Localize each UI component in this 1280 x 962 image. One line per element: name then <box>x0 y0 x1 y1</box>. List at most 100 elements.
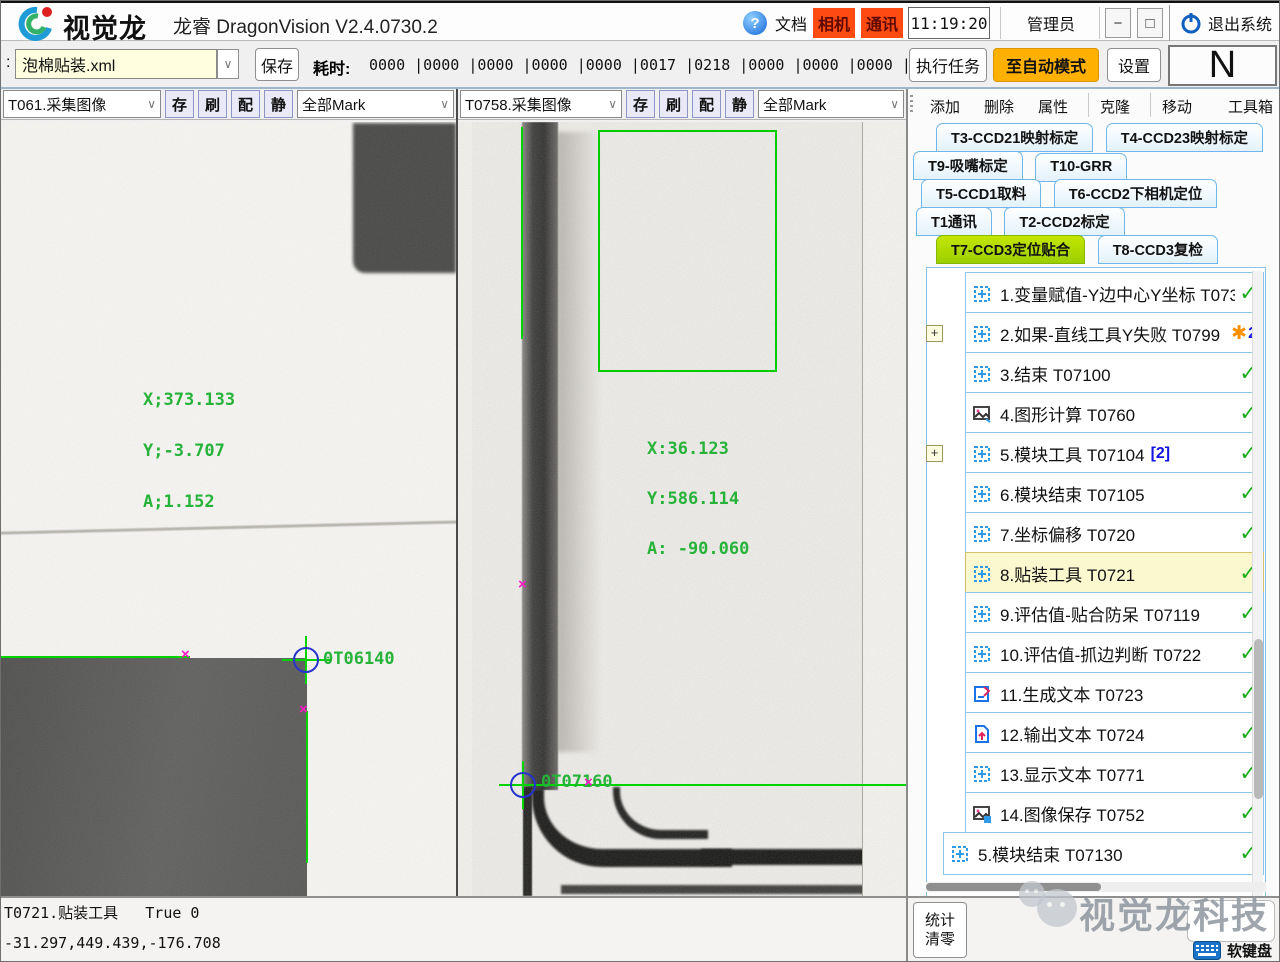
elapsed-label: 耗时: <box>313 55 350 79</box>
run-task-button[interactable]: 执行任务 <box>909 48 987 82</box>
module-icon <box>972 764 992 784</box>
recipe-dropdown-button[interactable]: ∨ <box>217 49 239 79</box>
chevron-down-icon: ∨ <box>147 97 156 111</box>
result-a: A: -90.060 <box>647 539 749 559</box>
tool-item-13[interactable]: 13.显示文本 T0771 ✓ <box>965 752 1264 795</box>
right-refresh-button[interactable]: 刷 <box>659 90 688 118</box>
hscrollbar-thumb[interactable] <box>926 883 1101 891</box>
image-bottom-shadow <box>561 885 906 894</box>
menu-toolbox[interactable]: 工具箱 <box>1228 96 1273 117</box>
auto-mode-button[interactable]: 至自动模式 <box>993 48 1099 82</box>
scrollbar-thumb[interactable] <box>1254 639 1263 799</box>
tool-item-10[interactable]: 10.评估值-抓边判断 T0722 ✓ <box>965 632 1264 675</box>
busy-icon: ✱ <box>1231 322 1247 345</box>
power-icon <box>1180 12 1202 34</box>
image-edge-line <box>1 520 456 534</box>
module-icon <box>972 324 992 344</box>
image-shading <box>557 132 601 752</box>
right-match-button[interactable]: 配 <box>692 90 721 118</box>
divider <box>1099 7 1100 39</box>
result-a: A;1.152 <box>143 492 215 512</box>
right-source-combobox[interactable]: T0758.采集图像∨ <box>460 90 622 118</box>
left-match-button[interactable]: 配 <box>231 90 260 118</box>
action-button[interactable] <box>1187 900 1275 942</box>
left-refresh-button[interactable]: 刷 <box>198 90 227 118</box>
right-static-button[interactable]: 静 <box>725 90 754 118</box>
settings-button[interactable]: 设置 <box>1107 48 1161 82</box>
image-strip <box>458 122 472 896</box>
module-icon <box>972 284 992 304</box>
minimize-button[interactable]: − <box>1105 8 1131 38</box>
tool-item-3[interactable]: 3.结束 T07100 ✓ <box>965 352 1264 395</box>
tool-item-14[interactable]: 14.图像保存 T0752 ✓ <box>965 792 1264 835</box>
tool-list-scrollbar[interactable] <box>1252 271 1263 962</box>
tool-list-hscrollbar[interactable] <box>926 882 1266 892</box>
result-crosshair <box>510 772 536 798</box>
menu-properties[interactable]: 属性 <box>1038 96 1068 117</box>
tab-t10[interactable]: T10-GRR <box>1035 153 1127 182</box>
menu-add[interactable]: 添加 <box>930 96 960 117</box>
right-save-image-button[interactable]: 存 <box>626 90 655 118</box>
tool-item-2[interactable]: 2.如果-直线工具Y失败 T0799 ✱ 2 <box>965 312 1264 355</box>
help-icon[interactable]: ? <box>743 11 767 35</box>
tab-t5[interactable]: T5-CCD1取料 <box>921 179 1041 208</box>
file-colon: : <box>6 54 10 72</box>
divider <box>1150 93 1151 117</box>
tool-item-9[interactable]: 9.评估值-贴合防呆 T07119 ✓ <box>965 592 1264 635</box>
maximize-button[interactable]: □ <box>1137 8 1163 38</box>
soft-keyboard-button[interactable]: 软键盘 <box>1193 940 1272 961</box>
module-icon <box>972 524 992 544</box>
divider <box>1169 5 1170 41</box>
edge-point-marker: × <box>299 705 308 715</box>
right-mark-combobox[interactable]: 全部Mark∨ <box>758 90 904 118</box>
exit-button[interactable]: 退出系统 <box>1175 7 1277 39</box>
menu-move[interactable]: 移动 <box>1162 96 1192 117</box>
tab-t2[interactable]: T2-CCD2标定 <box>1004 207 1124 236</box>
tab-t1[interactable]: T1通讯 <box>916 207 992 236</box>
divider <box>1000 7 1001 39</box>
tool-list: 1.变量赋值-Y边中心Y坐标 T073 ✓ 2.如果-直线工具Y失败 T0799… <box>926 267 1266 962</box>
status-coords-line: -31.297,449.439,-176.708 <box>4 934 221 952</box>
tab-t4[interactable]: T4-CCD23映射标定 <box>1106 123 1263 152</box>
elapsed-values: 0000 |0000 |0000 |0000 |0000 |0017 |0218… <box>369 56 911 74</box>
brand-text: 视觉龙 <box>63 7 147 46</box>
expand-toggle[interactable]: + <box>926 325 943 342</box>
module-icon <box>972 604 992 624</box>
tab-t3[interactable]: T3-CCD21映射标定 <box>936 123 1093 152</box>
left-static-button[interactable]: 静 <box>264 90 293 118</box>
tab-t6[interactable]: T6-CCD2下相机定位 <box>1054 179 1218 208</box>
left-image-view[interactable]: × × 0T06140 X;373.133 Y;-3.707 A;1.152 <box>1 122 456 896</box>
tool-item-11[interactable]: 11.生成文本 T0723 ✓ <box>965 672 1264 715</box>
result-x: X:36.123 <box>647 439 729 459</box>
drag-handle[interactable] <box>910 95 913 115</box>
save-button[interactable]: 保存 <box>255 48 299 81</box>
tab-t7-active[interactable]: T7-CCD3定位贴合 <box>936 235 1085 264</box>
camera-button[interactable]: 相机 <box>813 8 855 38</box>
image-strip <box>862 122 906 896</box>
result-label: 0T06140 <box>323 649 395 669</box>
tool-item-15[interactable]: 5.模块结束 T07130 ✓ <box>943 832 1264 875</box>
left-save-image-button[interactable]: 存 <box>165 90 194 118</box>
chevron-down-icon: ∨ <box>608 97 617 111</box>
recipe-file-combobox[interactable]: 泡棉贴装.xml <box>15 49 217 79</box>
comm-button[interactable]: 通讯 <box>861 8 903 38</box>
tool-item-4[interactable]: 4.图形计算 T0760 ✓ <box>965 392 1264 435</box>
left-mark-combobox[interactable]: 全部Mark∨ <box>297 90 454 118</box>
menu-delete[interactable]: 删除 <box>984 96 1014 117</box>
tool-item-5[interactable]: 5.模块工具 T07104 [2] ✓ <box>965 432 1264 475</box>
tab-t8[interactable]: T8-CCD3复检 <box>1098 235 1218 264</box>
tool-item-6[interactable]: 6.模块结束 T07105 ✓ <box>965 472 1264 515</box>
menu-clone[interactable]: 克隆 <box>1100 96 1130 117</box>
tool-item-7[interactable]: 7.坐标偏移 T0720 ✓ <box>965 512 1264 555</box>
tool-item-12[interactable]: 12.输出文本 T0724 ✓ <box>965 712 1264 755</box>
text-edit-icon <box>972 684 992 704</box>
tool-item-1[interactable]: 1.变量赋值-Y边中心Y坐标 T073 ✓ <box>965 272 1264 315</box>
status-bar: T0721.贴装工具 True 0 -31.297,449.439,-176.7… <box>1 896 1279 961</box>
left-source-combobox[interactable]: T061.采集图像∨ <box>3 90 161 118</box>
docs-button[interactable]: 文档 <box>771 7 811 39</box>
tool-item-8-selected[interactable]: 8.贴装工具 T0721 ✓ <box>965 552 1264 595</box>
expand-toggle[interactable]: + <box>926 445 943 462</box>
stats-reset-button[interactable]: 统计 清零 <box>913 902 967 958</box>
tab-t9[interactable]: T9-吸嘴标定 <box>913 151 1023 180</box>
right-image-view[interactable]: × × 0T07160 X:36.123 Y:586.114 A: -90.06… <box>458 122 906 896</box>
